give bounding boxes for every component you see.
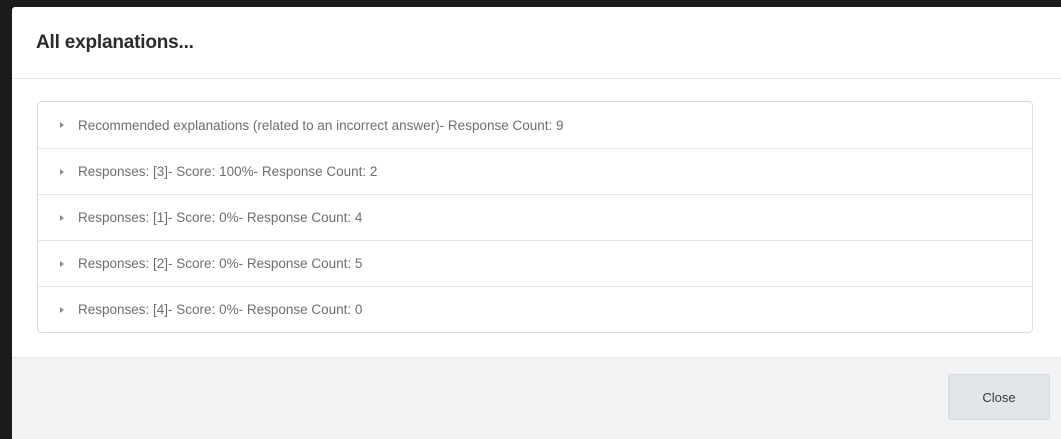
accordion-item-responses-3[interactable]: Responses: [3]- Score: 100%- Response Co… xyxy=(38,148,1032,194)
explanations-accordion: Recommended explanations (related to an … xyxy=(37,101,1033,333)
caret-right-icon xyxy=(60,122,64,128)
accordion-item-label: Responses: [2]- Score: 0%- Response Coun… xyxy=(78,256,363,271)
accordion-item-label: Recommended explanations (related to an … xyxy=(78,117,564,133)
accordion-item-responses-4[interactable]: Responses: [4]- Score: 0%- Response Coun… xyxy=(38,286,1032,332)
accordion-item-responses-2[interactable]: Responses: [2]- Score: 0%- Response Coun… xyxy=(38,240,1032,286)
accordion-item-label: Responses: [3]- Score: 100%- Response Co… xyxy=(78,164,378,179)
caret-right-icon xyxy=(60,168,64,175)
caret-right-icon xyxy=(60,306,64,313)
accordion-item-recommended[interactable]: Recommended explanations (related to an … xyxy=(38,102,1032,148)
modal-title: All explanations... xyxy=(36,31,194,53)
accordion-item-responses-1[interactable]: Responses: [1]- Score: 0%- Response Coun… xyxy=(38,194,1032,240)
modal-body: Recommended explanations (related to an … xyxy=(12,79,1061,358)
explanations-modal: All explanations... Recommended explanat… xyxy=(12,7,1061,439)
close-button[interactable]: Close xyxy=(948,374,1050,420)
accordion-item-label: Responses: [4]- Score: 0%- Response Coun… xyxy=(78,302,363,317)
modal-footer: Close xyxy=(12,357,1061,439)
caret-right-icon xyxy=(60,214,64,221)
accordion-item-label: Responses: [1]- Score: 0%- Response Coun… xyxy=(78,210,363,225)
caret-right-icon xyxy=(60,260,64,267)
modal-header: All explanations... xyxy=(12,7,1061,79)
